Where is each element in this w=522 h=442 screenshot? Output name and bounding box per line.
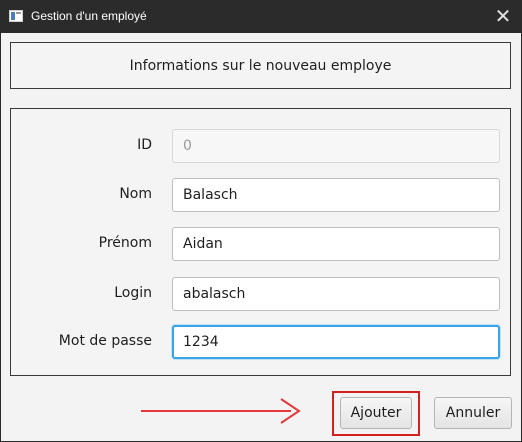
window-title: Gestion d'un employé	[31, 9, 147, 23]
id-label: ID	[137, 137, 152, 153]
annotation-arrow-head-icon	[280, 398, 301, 424]
password-field[interactable]: 1234	[172, 325, 500, 359]
app-window-icon	[9, 10, 23, 22]
add-button[interactable]: Ajouter	[340, 397, 412, 429]
login-field[interactable]: abalasch	[172, 277, 500, 311]
password-label: Mot de passe	[58, 333, 152, 349]
close-icon[interactable]: ✕	[490, 3, 516, 29]
nom-field[interactable]: Balasch	[172, 178, 500, 212]
cancel-button[interactable]: Annuler	[434, 397, 512, 429]
dialog-body: Informations sur le nouveau employe ID 0…	[1, 33, 521, 441]
prenom-field[interactable]: Aidan	[172, 227, 500, 261]
id-field: 0	[172, 129, 500, 163]
login-label: Login	[114, 285, 152, 301]
annotation-arrow-line	[141, 410, 291, 412]
nom-label: Nom	[119, 186, 152, 202]
title-bar: Gestion d'un employé ✕	[0, 0, 522, 33]
employee-form: ID 0 Nom Balasch Prénom Aidan Login abal…	[10, 108, 511, 376]
prenom-label: Prénom	[98, 235, 152, 251]
header-title: Informations sur le nouveau employe	[129, 57, 392, 74]
header-panel: Informations sur le nouveau employe	[10, 42, 511, 89]
